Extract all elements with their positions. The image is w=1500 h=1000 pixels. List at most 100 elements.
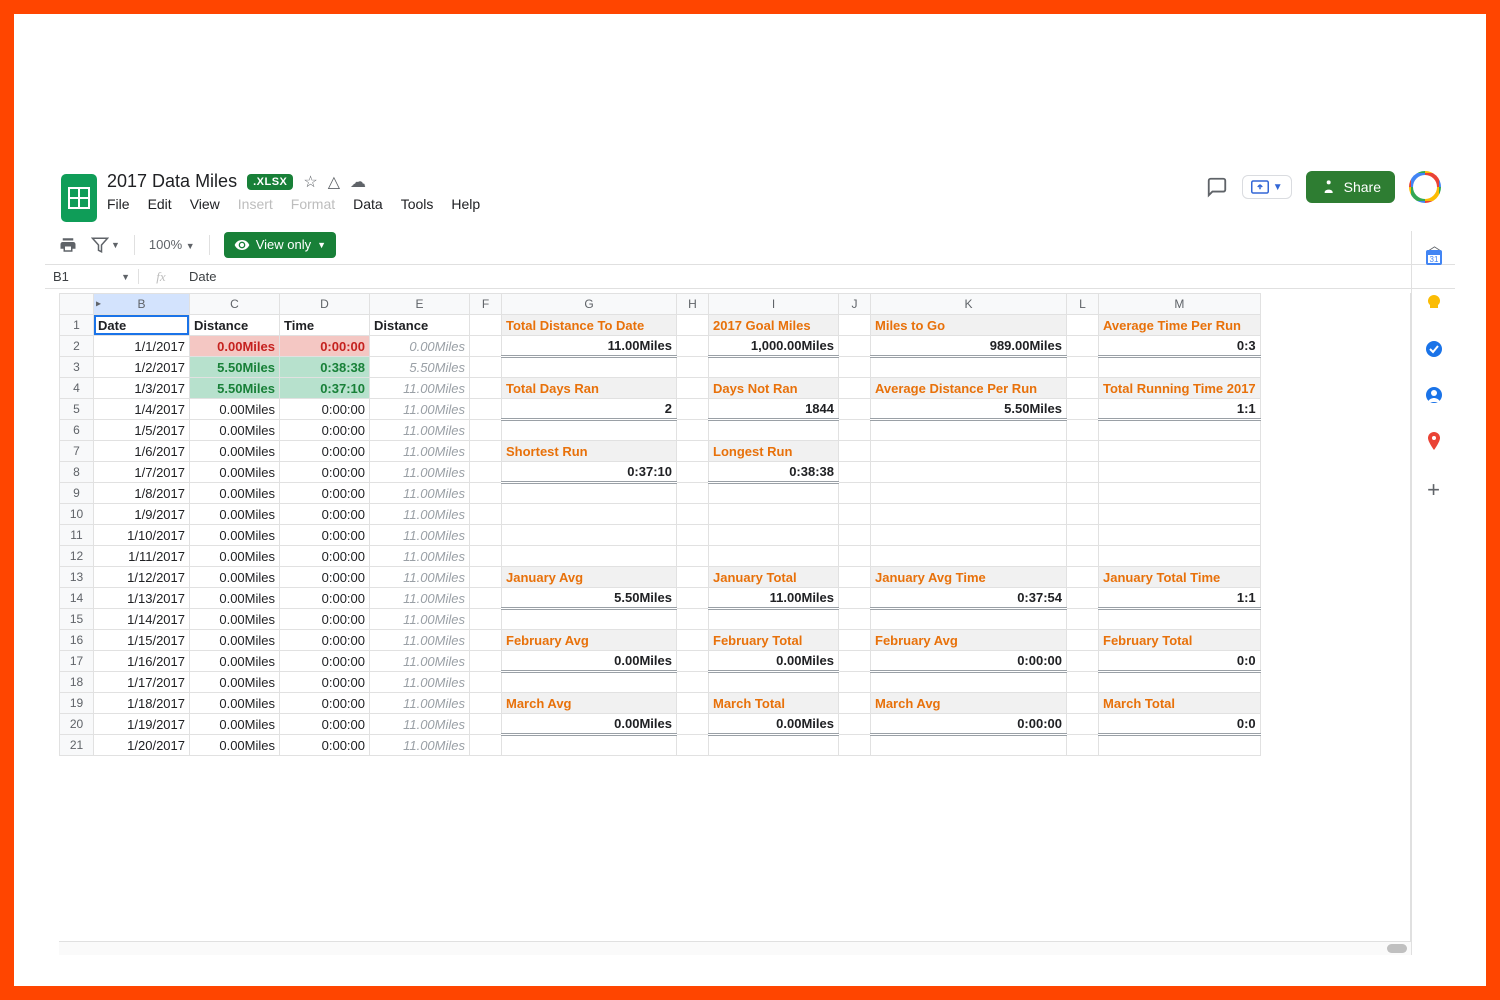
cell-F4[interactable] <box>470 378 502 399</box>
cell-J11[interactable] <box>839 525 871 546</box>
cell-C19[interactable]: 0.00Miles <box>190 693 280 714</box>
cell-M11[interactable] <box>1099 525 1261 546</box>
cell-E8[interactable]: 11.00Miles <box>370 462 470 483</box>
cell-I8[interactable]: 0:38:38 <box>709 462 839 483</box>
cell-C14[interactable]: 0.00Miles <box>190 588 280 609</box>
cell-B21[interactable]: 1/20/2017 <box>94 735 190 756</box>
cell-E6[interactable]: 11.00Miles <box>370 420 470 441</box>
row-header-12[interactable]: 12 <box>60 546 94 567</box>
cell-F12[interactable] <box>470 546 502 567</box>
cell-B14[interactable]: 1/13/2017 <box>94 588 190 609</box>
menu-data[interactable]: Data <box>353 196 383 212</box>
cell-B15[interactable]: 1/14/2017 <box>94 609 190 630</box>
col-header-J[interactable]: J <box>839 294 871 315</box>
cell-H4[interactable] <box>677 378 709 399</box>
cell-F17[interactable] <box>470 651 502 672</box>
cell-F10[interactable] <box>470 504 502 525</box>
cell-H18[interactable] <box>677 672 709 693</box>
cell-D19[interactable]: 0:00:00 <box>280 693 370 714</box>
view-only-button[interactable]: View only ▼ <box>224 232 336 258</box>
col-header-K[interactable]: K <box>871 294 1067 315</box>
cell-L18[interactable] <box>1067 672 1099 693</box>
cell-J5[interactable] <box>839 399 871 420</box>
cell-K19[interactable]: March Avg <box>871 693 1067 714</box>
cloud-status-icon[interactable]: ☁ <box>350 172 366 192</box>
cell-D10[interactable]: 0:00:00 <box>280 504 370 525</box>
cell-B4[interactable]: 1/3/2017 <box>94 378 190 399</box>
cell-L11[interactable] <box>1067 525 1099 546</box>
calendar-icon[interactable]: 31 <box>1424 247 1444 267</box>
header-distance[interactable]: Distance <box>370 315 470 336</box>
cell-K20[interactable]: 0:00:00 <box>871 714 1067 735</box>
cell-M3[interactable] <box>1099 357 1261 378</box>
cell-M19[interactable]: March Total <box>1099 693 1261 714</box>
cell-K15[interactable] <box>871 609 1067 630</box>
cell-K8[interactable] <box>871 462 1067 483</box>
cell-L9[interactable] <box>1067 483 1099 504</box>
cell-K11[interactable] <box>871 525 1067 546</box>
row-header-13[interactable]: 13 <box>60 567 94 588</box>
cell-G1[interactable]: Total Distance To Date <box>502 315 677 336</box>
cell-B3[interactable]: 1/2/2017 <box>94 357 190 378</box>
cell-M20[interactable]: 0:0 <box>1099 714 1261 735</box>
cell-E15[interactable]: 11.00Miles <box>370 609 470 630</box>
row-header-8[interactable]: 8 <box>60 462 94 483</box>
cell-H7[interactable] <box>677 441 709 462</box>
cell-J4[interactable] <box>839 378 871 399</box>
cell-J7[interactable] <box>839 441 871 462</box>
cell-I12[interactable] <box>709 546 839 567</box>
cell-L2[interactable] <box>1067 336 1099 357</box>
cell-D20[interactable]: 0:00:00 <box>280 714 370 735</box>
cell-I5[interactable]: 1844 <box>709 399 839 420</box>
cell-H21[interactable] <box>677 735 709 756</box>
cell-B11[interactable]: 1/10/2017 <box>94 525 190 546</box>
cell-J12[interactable] <box>839 546 871 567</box>
menu-view[interactable]: View <box>190 196 220 212</box>
cell-J17[interactable] <box>839 651 871 672</box>
spreadsheet-grid[interactable]: ▸BCDEFGHIJKLM1DateDistanceTimeDistanceTo… <box>59 293 1411 955</box>
cell-F2[interactable] <box>470 336 502 357</box>
cell-D15[interactable]: 0:00:00 <box>280 609 370 630</box>
cell-F3[interactable] <box>470 357 502 378</box>
cell-D12[interactable]: 0:00:00 <box>280 546 370 567</box>
cell-L15[interactable] <box>1067 609 1099 630</box>
cell-F19[interactable] <box>470 693 502 714</box>
cell-L21[interactable] <box>1067 735 1099 756</box>
col-header-F[interactable]: F <box>470 294 502 315</box>
move-icon[interactable]: △ <box>328 172 340 192</box>
cell-L8[interactable] <box>1067 462 1099 483</box>
cell-E20[interactable]: 11.00Miles <box>370 714 470 735</box>
cell-D17[interactable]: 0:00:00 <box>280 651 370 672</box>
cell-H12[interactable] <box>677 546 709 567</box>
cell-G7[interactable]: Shortest Run <box>502 441 677 462</box>
cell-I20[interactable]: 0.00Miles <box>709 714 839 735</box>
cell-J14[interactable] <box>839 588 871 609</box>
cell-K4[interactable]: Average Distance Per Run <box>871 378 1067 399</box>
cell-B6[interactable]: 1/5/2017 <box>94 420 190 441</box>
cell-H2[interactable] <box>677 336 709 357</box>
header-date[interactable]: Date <box>94 315 190 336</box>
cell-G12[interactable] <box>502 546 677 567</box>
cell-G4[interactable]: Total Days Ran <box>502 378 677 399</box>
row-header-4[interactable]: 4 <box>60 378 94 399</box>
cell-K14[interactable]: 0:37:54 <box>871 588 1067 609</box>
cell-M10[interactable] <box>1099 504 1261 525</box>
cell-M21[interactable] <box>1099 735 1261 756</box>
row-header-7[interactable]: 7 <box>60 441 94 462</box>
cell-F5[interactable] <box>470 399 502 420</box>
cell-C3[interactable]: 5.50Miles <box>190 357 280 378</box>
row-header-19[interactable]: 19 <box>60 693 94 714</box>
name-box[interactable]: B1▼ <box>45 269 139 284</box>
cell-I13[interactable]: January Total <box>709 567 839 588</box>
cell-L10[interactable] <box>1067 504 1099 525</box>
zoom-dropdown[interactable]: 100% ▼ <box>149 237 195 252</box>
cell-C11[interactable]: 0.00Miles <box>190 525 280 546</box>
cell-M6[interactable] <box>1099 420 1261 441</box>
cell-G5[interactable]: 2 <box>502 399 677 420</box>
cell-K2[interactable]: 989.00Miles <box>871 336 1067 357</box>
cell-E11[interactable]: 11.00Miles <box>370 525 470 546</box>
cell-E7[interactable]: 11.00Miles <box>370 441 470 462</box>
cell-G6[interactable] <box>502 420 677 441</box>
row-header-2[interactable]: 2 <box>60 336 94 357</box>
cell-K1[interactable]: Miles to Go <box>871 315 1067 336</box>
